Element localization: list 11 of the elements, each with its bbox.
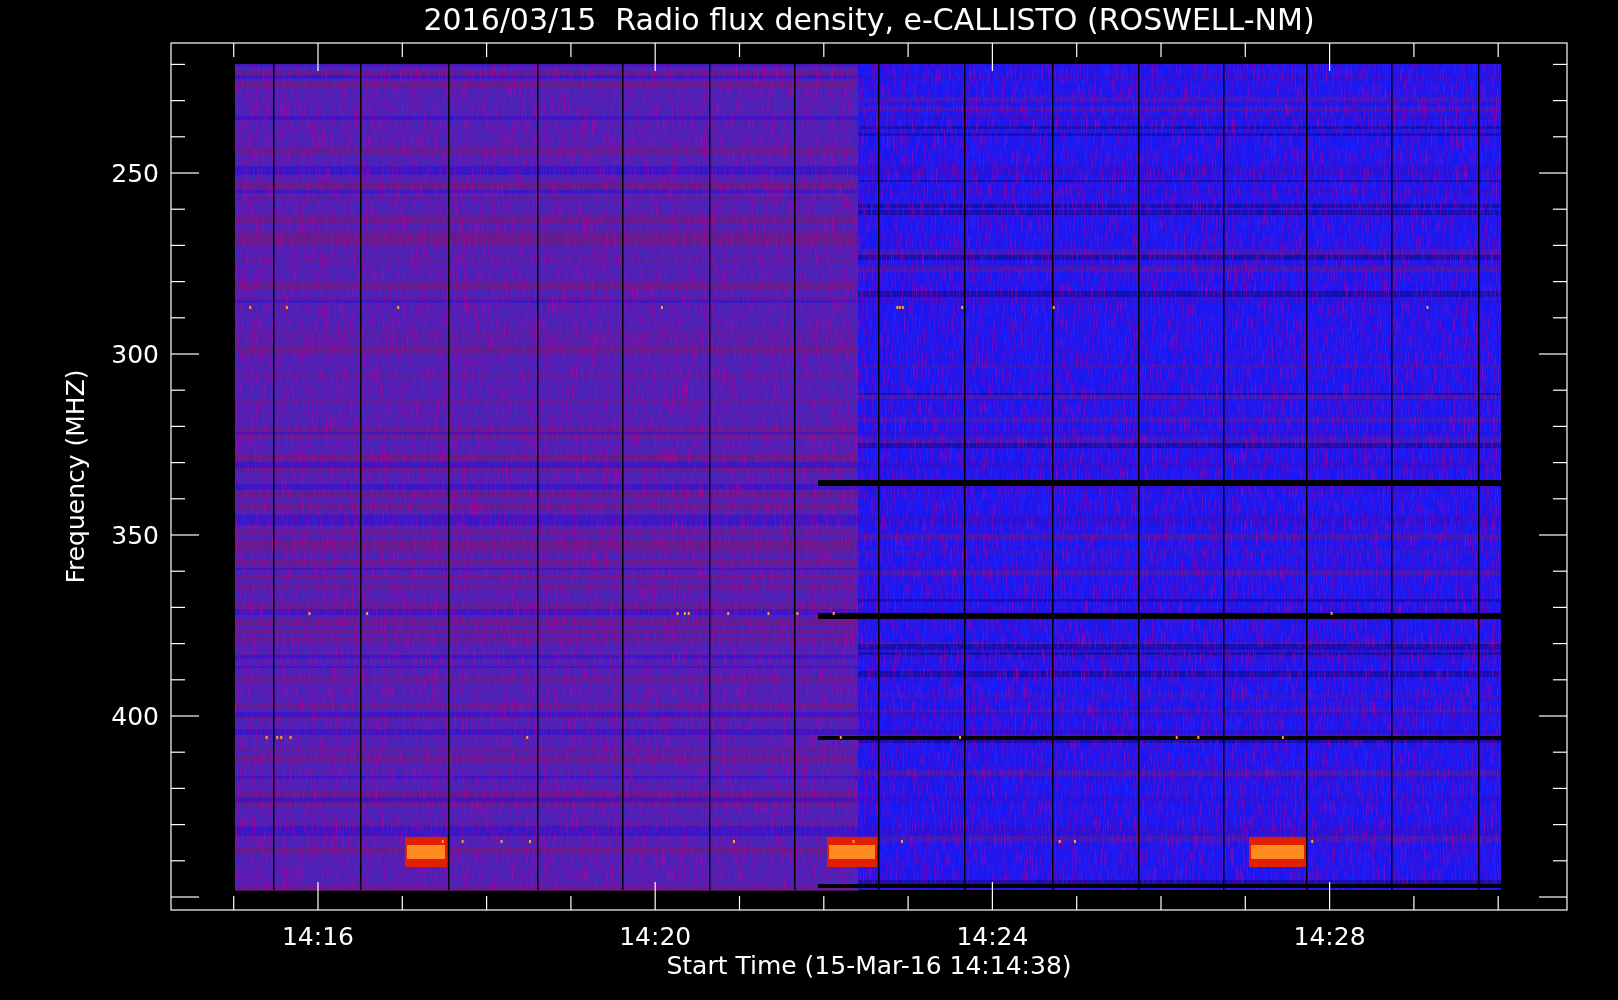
- x-tick-label: 14:20: [619, 922, 692, 951]
- y-axis-label: Frequency (MHZ): [61, 369, 90, 584]
- y-tick-label: 400: [111, 702, 159, 731]
- chart-title: 2016/03/15 Radio flux density, e-CALLISTO (ROSWELL-NM): [423, 2, 1315, 37]
- y-tick-label: 300: [111, 340, 159, 369]
- y-tick-label: 250: [111, 159, 159, 188]
- x-tick-label: 14:16: [282, 922, 354, 951]
- x-axis-label: Start Time (15-Mar-16 14:14:38): [666, 951, 1072, 980]
- y-tick-label: 350: [111, 521, 159, 550]
- x-tick-label: 14:24: [956, 922, 1029, 951]
- x-tick-label: 14:28: [1293, 922, 1366, 951]
